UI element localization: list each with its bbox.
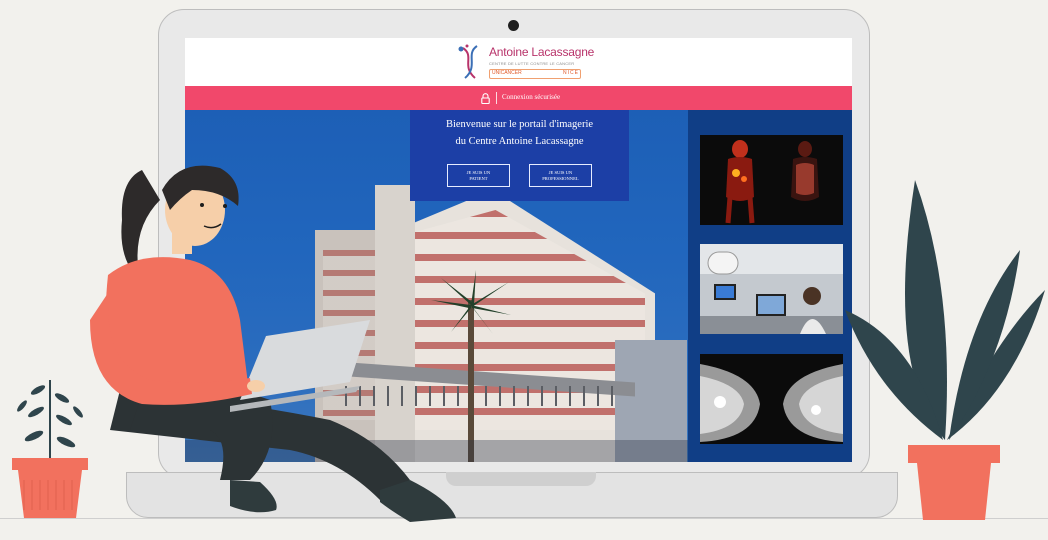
welcome-title: Bienvenue sur le portail d'imagerie du C…: [410, 116, 629, 150]
secure-separator: [496, 92, 497, 104]
site-logo[interactable]: Antoine Lacassagne CENTRE DE LUTTE CONTR…: [455, 42, 594, 82]
potted-plant-right: [845, 180, 1045, 520]
logo-network: UNICANCER: [492, 70, 522, 76]
person-with-laptop: [90, 165, 456, 522]
pet-scan-image: [700, 135, 843, 225]
potted-plant-left: [12, 380, 88, 518]
site-header: Antoine Lacassagne CENTRE DE LUTTE CONTR…: [185, 38, 852, 86]
logo-city: NICE: [563, 70, 579, 76]
dna-logo-icon: [458, 44, 478, 79]
logo-title: Antoine Lacassagne: [489, 45, 595, 59]
mammography-image: [700, 354, 843, 444]
professional-button[interactable]: JE SUIS UN PROFESSIONNEL: [529, 164, 592, 187]
welcome-title-line1: Bienvenue sur le portail d'imagerie: [445, 119, 594, 130]
secure-connection-text: Connexion sécurisée: [502, 93, 561, 101]
welcome-title-line2: du Centre Antoine Lacassagne: [455, 136, 584, 147]
lock-icon: [481, 93, 490, 104]
logo-subtitle: CENTRE DE LUTTE CONTRE LE CANCER: [489, 61, 575, 66]
image-gallery: [688, 110, 852, 462]
professional-button-line2: PROFESSIONNEL: [542, 175, 579, 181]
radiology-room-image: [700, 244, 843, 334]
webcam: [508, 20, 519, 31]
